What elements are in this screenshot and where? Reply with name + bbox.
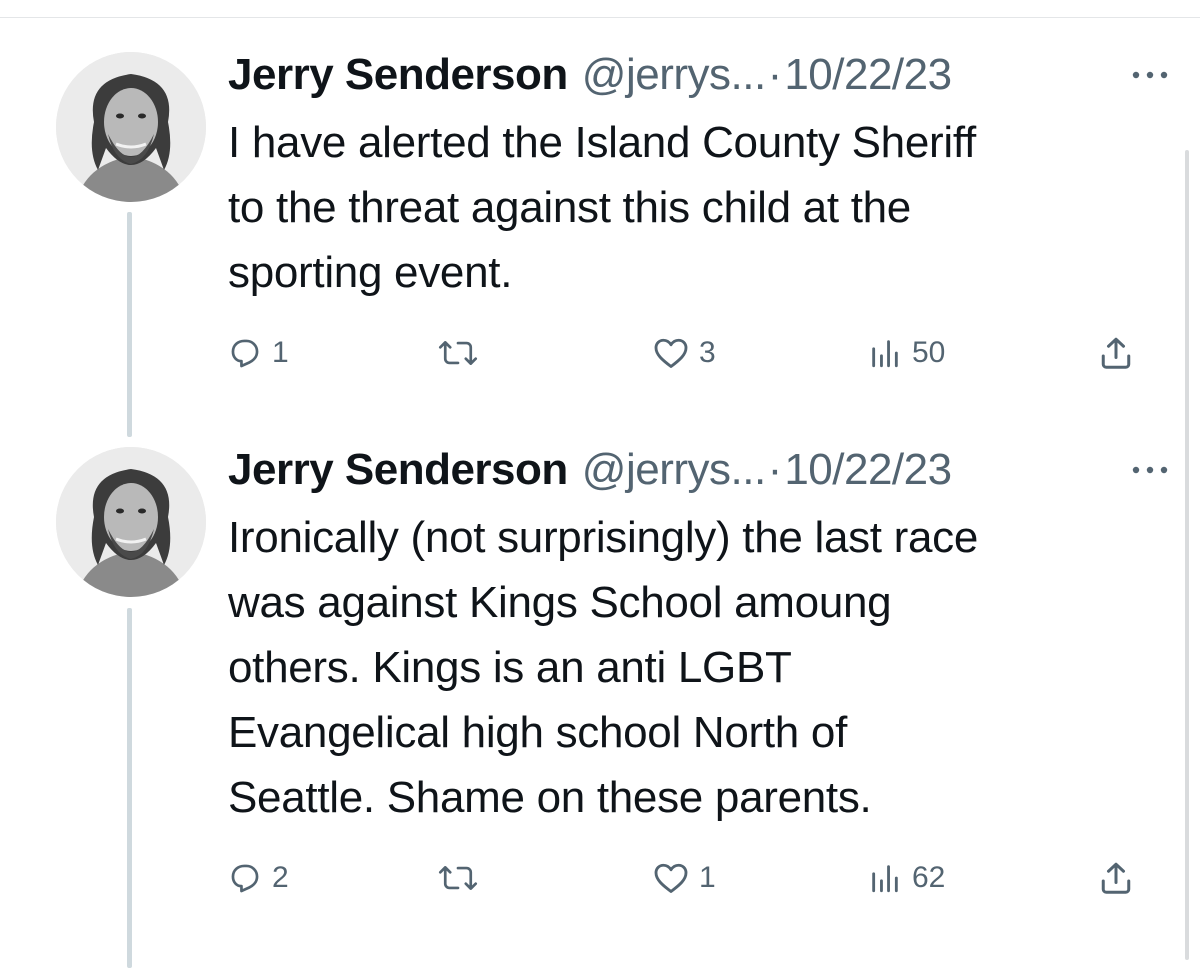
- views-chart-icon: [868, 336, 902, 370]
- like-count: 3: [699, 336, 716, 369]
- avatar[interactable]: [56, 52, 206, 202]
- tweet-actions: 1 3 50: [228, 333, 1148, 373]
- more-horizontal-icon[interactable]: [1127, 445, 1173, 495]
- like-button[interactable]: 1: [653, 858, 716, 898]
- share-button[interactable]: [1098, 858, 1134, 898]
- views-button[interactable]: 50: [868, 333, 945, 373]
- separator-dot: ·: [767, 445, 783, 494]
- thread-line: [127, 608, 132, 968]
- tweet-date[interactable]: 10/22/23: [784, 50, 952, 100]
- retweet-icon: [438, 336, 478, 370]
- like-count: 1: [699, 861, 716, 894]
- more-horizontal-icon[interactable]: [1127, 50, 1173, 100]
- tweet-text: Ironically (not surprisingly) the last r…: [228, 513, 979, 822]
- share-icon: [1098, 860, 1134, 896]
- views-chart-icon: [868, 861, 902, 895]
- views-button[interactable]: 62: [868, 858, 945, 898]
- share-icon: [1098, 335, 1134, 371]
- share-button[interactable]: [1098, 333, 1134, 373]
- reply-count: 2: [272, 861, 289, 894]
- thread-line: [127, 212, 132, 437]
- author-handle[interactable]: @jerrys...: [582, 50, 766, 100]
- heart-icon: [653, 861, 689, 895]
- avatar[interactable]: [56, 447, 206, 597]
- author-name[interactable]: Jerry Senderson: [228, 445, 568, 495]
- reply-icon: [228, 336, 262, 370]
- tweet-text: I have alerted the Island County Sheriff…: [228, 118, 976, 297]
- retweet-icon: [438, 861, 478, 895]
- author-handle[interactable]: @jerrys...: [582, 445, 766, 495]
- reply-count: 1: [272, 336, 289, 369]
- heart-icon: [653, 336, 689, 370]
- tweet-header: Jerry Senderson @jerrys... · 10/22/23: [228, 445, 1173, 495]
- views-count: 62: [912, 861, 946, 894]
- reply-button[interactable]: 1: [228, 333, 289, 373]
- reply-icon: [228, 861, 262, 895]
- tweet-header: Jerry Senderson @jerrys... · 10/22/23: [228, 50, 1173, 100]
- retweet-button[interactable]: [438, 333, 488, 373]
- retweet-button[interactable]: [438, 858, 488, 898]
- like-button[interactable]: 3: [653, 333, 716, 373]
- tweet-actions: 2 1 62: [228, 858, 1148, 898]
- tweet-date[interactable]: 10/22/23: [784, 445, 952, 495]
- views-count: 50: [912, 336, 946, 369]
- tweet[interactable]: Jerry Senderson @jerrys... · 10/22/23 Ir…: [0, 430, 1200, 968]
- author-name[interactable]: Jerry Senderson: [228, 50, 568, 100]
- separator-dot: ·: [767, 50, 783, 99]
- tweet[interactable]: Jerry Senderson @jerrys... · 10/22/23 I …: [0, 0, 1200, 437]
- reply-button[interactable]: 2: [228, 858, 289, 898]
